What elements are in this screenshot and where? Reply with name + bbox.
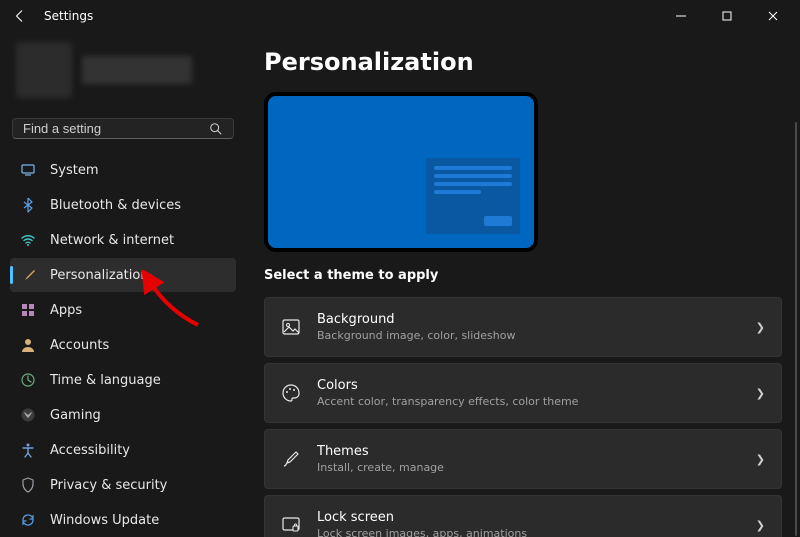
apps-icon: [20, 302, 36, 318]
sidebar-item-personalization[interactable]: Personalization: [10, 258, 236, 292]
update-icon: [20, 512, 36, 528]
chevron-right-icon: ❯: [756, 321, 765, 334]
sidebar-item-label: Accessibility: [50, 443, 130, 458]
settings-window: Settings: [0, 0, 800, 537]
nav: System Bluetooth & devices Network & int…: [10, 153, 236, 537]
globe-clock-icon: [20, 372, 36, 388]
search-input[interactable]: [23, 121, 209, 136]
palette-icon: [281, 383, 301, 403]
window-title: Settings: [44, 9, 93, 23]
sidebar-item-label: Accounts: [50, 338, 109, 353]
card-colors[interactable]: Colors Accent color, transparency effect…: [264, 363, 782, 423]
card-lockscreen[interactable]: Lock screen Lock screen images, apps, an…: [264, 495, 782, 537]
picture-icon: [281, 317, 301, 337]
sidebar-item-update[interactable]: Windows Update: [10, 503, 236, 537]
page-title: Personalization: [264, 48, 782, 76]
settings-cards: Background Background image, color, slid…: [264, 297, 782, 537]
sidebar-item-label: Windows Update: [50, 513, 159, 528]
theme-preview-wrap: [264, 92, 782, 252]
card-title: Background: [317, 312, 515, 327]
sidebar-item-label: Bluetooth & devices: [50, 198, 181, 213]
sidebar-item-accounts[interactable]: Accounts: [10, 328, 236, 362]
xbox-icon: [20, 407, 36, 423]
desktop-preview[interactable]: [264, 92, 538, 252]
chevron-right-icon: ❯: [756, 453, 765, 466]
bluetooth-icon: [20, 197, 36, 213]
wifi-icon: [20, 232, 36, 248]
sidebar-item-label: Time & language: [50, 373, 161, 388]
shield-icon: [20, 477, 36, 493]
chevron-right-icon: ❯: [756, 519, 765, 532]
sidebar-item-label: Privacy & security: [50, 478, 167, 493]
sidebar-item-label: Apps: [50, 303, 82, 318]
user-name: [82, 56, 192, 84]
scrollbar[interactable]: [795, 122, 797, 537]
sidebar-item-privacy[interactable]: Privacy & security: [10, 468, 236, 502]
lock-screen-icon: [281, 515, 301, 535]
card-subtitle: Background image, color, slideshow: [317, 329, 515, 342]
card-background[interactable]: Background Background image, color, slid…: [264, 297, 782, 357]
brush-icon: [281, 449, 301, 469]
card-title: Themes: [317, 444, 444, 459]
back-button[interactable]: [4, 9, 36, 23]
main-content: Personalization Select a theme to apply …: [246, 32, 800, 537]
sidebar-item-accessibility[interactable]: Accessibility: [10, 433, 236, 467]
sidebar-item-network[interactable]: Network & internet: [10, 223, 236, 257]
sidebar-item-label: System: [50, 163, 98, 178]
minimize-button[interactable]: [658, 0, 704, 32]
window-controls: [658, 0, 796, 32]
sidebar-item-bluetooth[interactable]: Bluetooth & devices: [10, 188, 236, 222]
sidebar: System Bluetooth & devices Network & int…: [0, 32, 246, 537]
person-icon: [20, 337, 36, 353]
card-themes[interactable]: Themes Install, create, manage ❯: [264, 429, 782, 489]
sidebar-item-time[interactable]: Time & language: [10, 363, 236, 397]
close-button[interactable]: [750, 0, 796, 32]
titlebar: Settings: [0, 0, 800, 32]
search-box[interactable]: [12, 118, 234, 139]
sidebar-item-gaming[interactable]: Gaming: [10, 398, 236, 432]
preview-window: [426, 158, 520, 234]
card-title: Lock screen: [317, 510, 527, 525]
chevron-right-icon: ❯: [756, 387, 765, 400]
maximize-button[interactable]: [704, 0, 750, 32]
sidebar-item-label: Gaming: [50, 408, 101, 423]
system-icon: [20, 162, 36, 178]
sidebar-item-apps[interactable]: Apps: [10, 293, 236, 327]
accessibility-icon: [20, 442, 36, 458]
search-icon: [209, 122, 223, 136]
card-subtitle: Accent color, transparency effects, colo…: [317, 395, 578, 408]
paintbrush-icon: [20, 267, 36, 283]
card-title: Colors: [317, 378, 578, 393]
sidebar-item-label: Personalization: [50, 268, 149, 283]
card-subtitle: Lock screen images, apps, animations: [317, 527, 527, 537]
sidebar-item-label: Network & internet: [50, 233, 174, 248]
sidebar-item-system[interactable]: System: [10, 153, 236, 187]
card-subtitle: Install, create, manage: [317, 461, 444, 474]
theme-subtitle: Select a theme to apply: [264, 268, 782, 283]
user-block[interactable]: [10, 32, 236, 114]
avatar: [16, 42, 72, 98]
